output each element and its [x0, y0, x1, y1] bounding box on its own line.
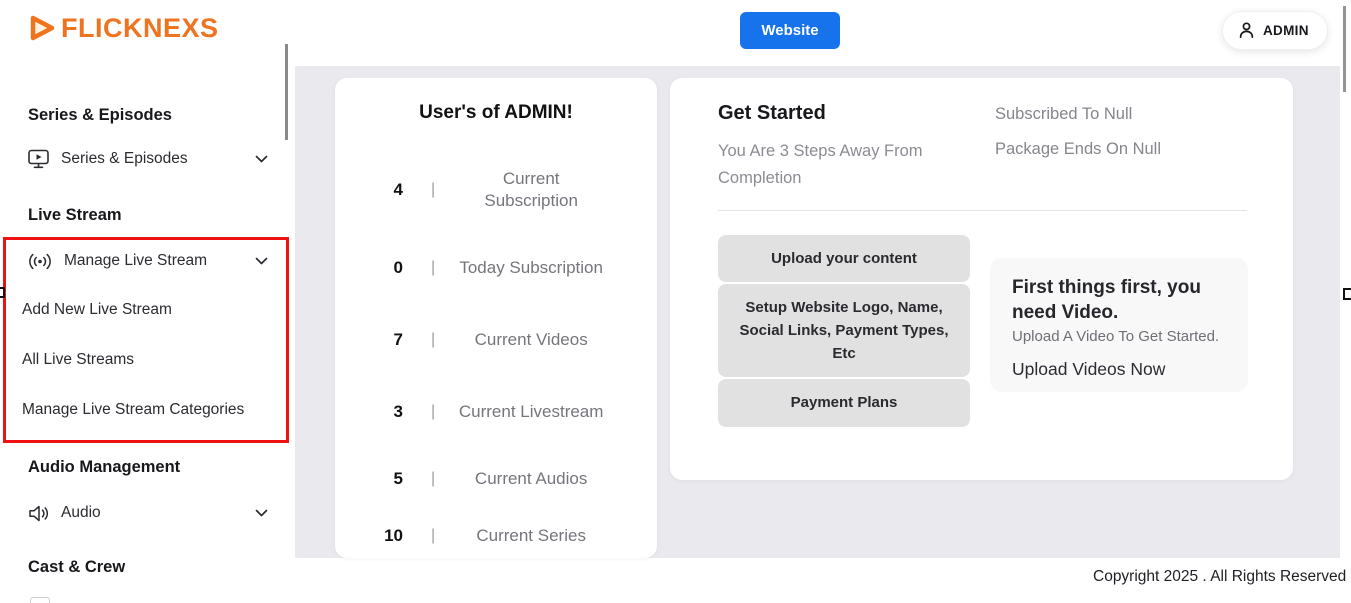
step-setup-website-button[interactable]: Setup Website Logo, Name, Social Links, …: [718, 284, 970, 377]
sidebar: FLICKNEXS Series & Episodes Series & Epi…: [0, 0, 295, 603]
stat-separator: |: [431, 331, 436, 348]
stat-separator: |: [431, 403, 436, 420]
stat-label: Current Videos: [474, 330, 588, 350]
logo-text: FLICKNEXS: [61, 12, 219, 43]
stat-row-current-subscription: 4 | Current Subscription: [335, 168, 657, 212]
get-started-title: Get Started: [718, 102, 826, 124]
upload-videos-now-link[interactable]: Upload Videos Now: [1012, 359, 1226, 380]
stat-label: Current Audios: [474, 469, 588, 489]
section-heading-audio-management: Audio Management: [28, 458, 181, 476]
stat-label: Current Livestream: [458, 402, 604, 422]
stat-row-today-subscription: 0 | Today Subscription: [335, 246, 657, 290]
speaker-icon: [28, 505, 49, 522]
sidebar-item-label: Manage Live Stream: [64, 252, 208, 269]
section-heading-live-stream: Live Stream: [28, 206, 122, 224]
step-upload-content-button[interactable]: Upload your content: [718, 235, 970, 282]
user-icon: [1237, 21, 1256, 40]
admin-menu-button[interactable]: ADMIN: [1222, 11, 1328, 50]
divider: [718, 210, 1247, 211]
stat-value: 4: [393, 180, 403, 199]
flicknexs-logo[interactable]: FLICKNEXS: [27, 12, 219, 44]
play-triangle-icon: [27, 12, 57, 44]
section-heading-cast-crew: Cast & Crew: [28, 558, 126, 576]
sidebar-item-label: Series & Episodes: [61, 150, 188, 167]
series-monitor-icon: [28, 149, 49, 169]
sidebar-subitem-all-live-streams[interactable]: All Live Streams: [22, 348, 277, 372]
chevron-down-icon: [255, 257, 268, 265]
stat-label: Current Series: [476, 526, 586, 546]
page-scrollbar[interactable]: [1343, 6, 1346, 92]
copyright-text: Copyright 2025 . All Rights Reserved: [1093, 568, 1347, 585]
website-button[interactable]: Website: [740, 12, 840, 49]
chevron-down-icon: [255, 509, 268, 517]
admin-label: ADMIN: [1263, 23, 1309, 38]
sidebar-item-label: Audio: [61, 504, 101, 521]
stat-value: 10: [384, 526, 403, 545]
stat-separator: |: [431, 181, 436, 198]
sidebar-scrollbar[interactable]: [285, 44, 288, 140]
stat-label: Today Subscription: [459, 258, 603, 278]
stat-value: 5: [393, 469, 403, 488]
stats-card-title: User's of ADMIN!: [419, 102, 573, 123]
promo-subtitle: Upload A Video To Get Started.: [1012, 328, 1220, 346]
chevron-down-icon: [255, 155, 268, 163]
section-heading-series: Series & Episodes: [28, 106, 172, 124]
first-video-panel: First things first, you need Video. Uplo…: [990, 258, 1248, 392]
promo-title: First things first, you need Video.: [1012, 277, 1201, 323]
sidebar-item-manage-live-stream[interactable]: Manage Live Stream: [28, 248, 268, 274]
sidebar-item-series-episodes[interactable]: Series & Episodes: [28, 146, 268, 172]
stat-row-current-livestream: 3 | Current Livestream: [335, 390, 657, 434]
stat-label: Current Subscription: [484, 169, 578, 210]
users-stats-card: User's of ADMIN! 4 | Current Subscriptio…: [335, 78, 657, 558]
broadcast-icon: [28, 253, 52, 270]
stat-separator: |: [431, 470, 436, 487]
stat-row-current-videos: 7 | Current Videos: [335, 318, 657, 362]
sidebar-item-audio[interactable]: Audio: [28, 500, 268, 526]
step-payment-plans-button[interactable]: Payment Plans: [718, 379, 970, 427]
cutoff-menu-icon: [30, 597, 50, 603]
sidebar-subitem-add-new-live-stream[interactable]: Add New Live Stream: [22, 298, 277, 322]
package-ends-text: Package Ends On Null: [995, 140, 1162, 158]
stat-row-current-series: 10 | Current Series: [335, 514, 657, 558]
stat-value: 3: [393, 402, 403, 421]
stat-separator: |: [431, 259, 436, 276]
get-started-card: Get Started You Are 3 Steps Away From Co…: [670, 78, 1293, 480]
stat-value: 0: [393, 258, 403, 277]
left-edge-annotation-handle: [0, 287, 5, 298]
subscribed-to-text: Subscribed To Null: [995, 105, 1133, 123]
stat-separator: |: [431, 527, 436, 544]
sidebar-subitem-manage-live-stream-categories[interactable]: Manage Live Stream Categories: [22, 398, 277, 422]
stat-value: 7: [393, 330, 403, 349]
right-edge-annotation-handle: [1343, 288, 1351, 300]
stat-row-current-audios: 5 | Current Audios: [335, 457, 657, 501]
get-started-subtitle: You Are 3 Steps Away From Completion: [718, 142, 923, 187]
